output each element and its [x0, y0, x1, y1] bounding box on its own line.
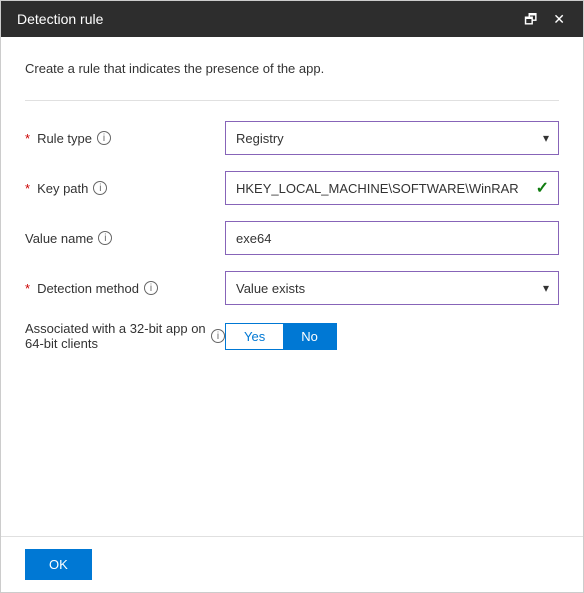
required-indicator: *	[25, 131, 30, 146]
bitness-toggle: Yes No	[225, 323, 337, 350]
rule-type-control: Registry MSI File system ▾	[225, 121, 559, 155]
detection-method-info-icon[interactable]: i	[144, 281, 158, 295]
bitness-yes-button[interactable]: Yes	[226, 324, 283, 349]
value-name-label: Value name i	[25, 231, 225, 246]
detection-method-row: * Detection method i Value exists Does n…	[25, 271, 559, 305]
value-name-label-text: Value name	[25, 231, 93, 246]
key-path-row: * Key path i ✓	[25, 171, 559, 205]
detection-method-label-text: Detection method	[37, 281, 139, 296]
key-path-control: ✓	[225, 171, 559, 205]
value-name-info-icon[interactable]: i	[98, 231, 112, 245]
form-description: Create a rule that indicates the presenc…	[25, 61, 559, 76]
divider	[25, 100, 559, 101]
dialog-header: Detection rule 🗗 ✕	[1, 1, 583, 37]
detection-method-label: * Detection method i	[25, 281, 225, 296]
rule-type-select[interactable]: Registry MSI File system	[225, 121, 559, 155]
bitness-no-button[interactable]: No	[283, 324, 336, 349]
rule-type-label: * Rule type i	[25, 131, 225, 146]
bitness-row: Associated with a 32-bit app on 64-bit c…	[25, 321, 559, 351]
dialog-body: Create a rule that indicates the presenc…	[1, 37, 583, 536]
value-name-input[interactable]	[225, 221, 559, 255]
rule-type-row: * Rule type i Registry MSI File system ▾	[25, 121, 559, 155]
ok-button[interactable]: OK	[25, 549, 92, 580]
header-controls: 🗗 ✕	[522, 12, 567, 26]
minimize-button[interactable]: 🗗	[522, 12, 539, 26]
value-name-row: Value name i	[25, 221, 559, 255]
bitness-label-text: Associated with a 32-bit app on 64-bit c…	[25, 321, 206, 351]
detection-method-select[interactable]: Value exists Does not exist String compa…	[225, 271, 559, 305]
required-indicator: *	[25, 281, 30, 296]
close-button[interactable]: ✕	[551, 12, 567, 26]
key-path-info-icon[interactable]: i	[93, 181, 107, 195]
rule-type-info-icon[interactable]: i	[97, 131, 111, 145]
detection-rule-dialog: Detection rule 🗗 ✕ Create a rule that in…	[0, 0, 584, 593]
key-path-input[interactable]	[225, 171, 559, 205]
rule-type-label-text: Rule type	[37, 131, 92, 146]
dialog-title: Detection rule	[17, 11, 103, 27]
required-indicator: *	[25, 181, 30, 196]
dialog-footer: OK	[1, 536, 583, 592]
bitness-label: Associated with a 32-bit app on 64-bit c…	[25, 321, 225, 351]
key-path-label: * Key path i	[25, 181, 225, 196]
bitness-info-icon[interactable]: i	[211, 329, 225, 343]
key-path-label-text: Key path	[37, 181, 88, 196]
value-name-control	[225, 221, 559, 255]
detection-method-control: Value exists Does not exist String compa…	[225, 271, 559, 305]
key-path-check-icon: ✓	[536, 178, 549, 198]
